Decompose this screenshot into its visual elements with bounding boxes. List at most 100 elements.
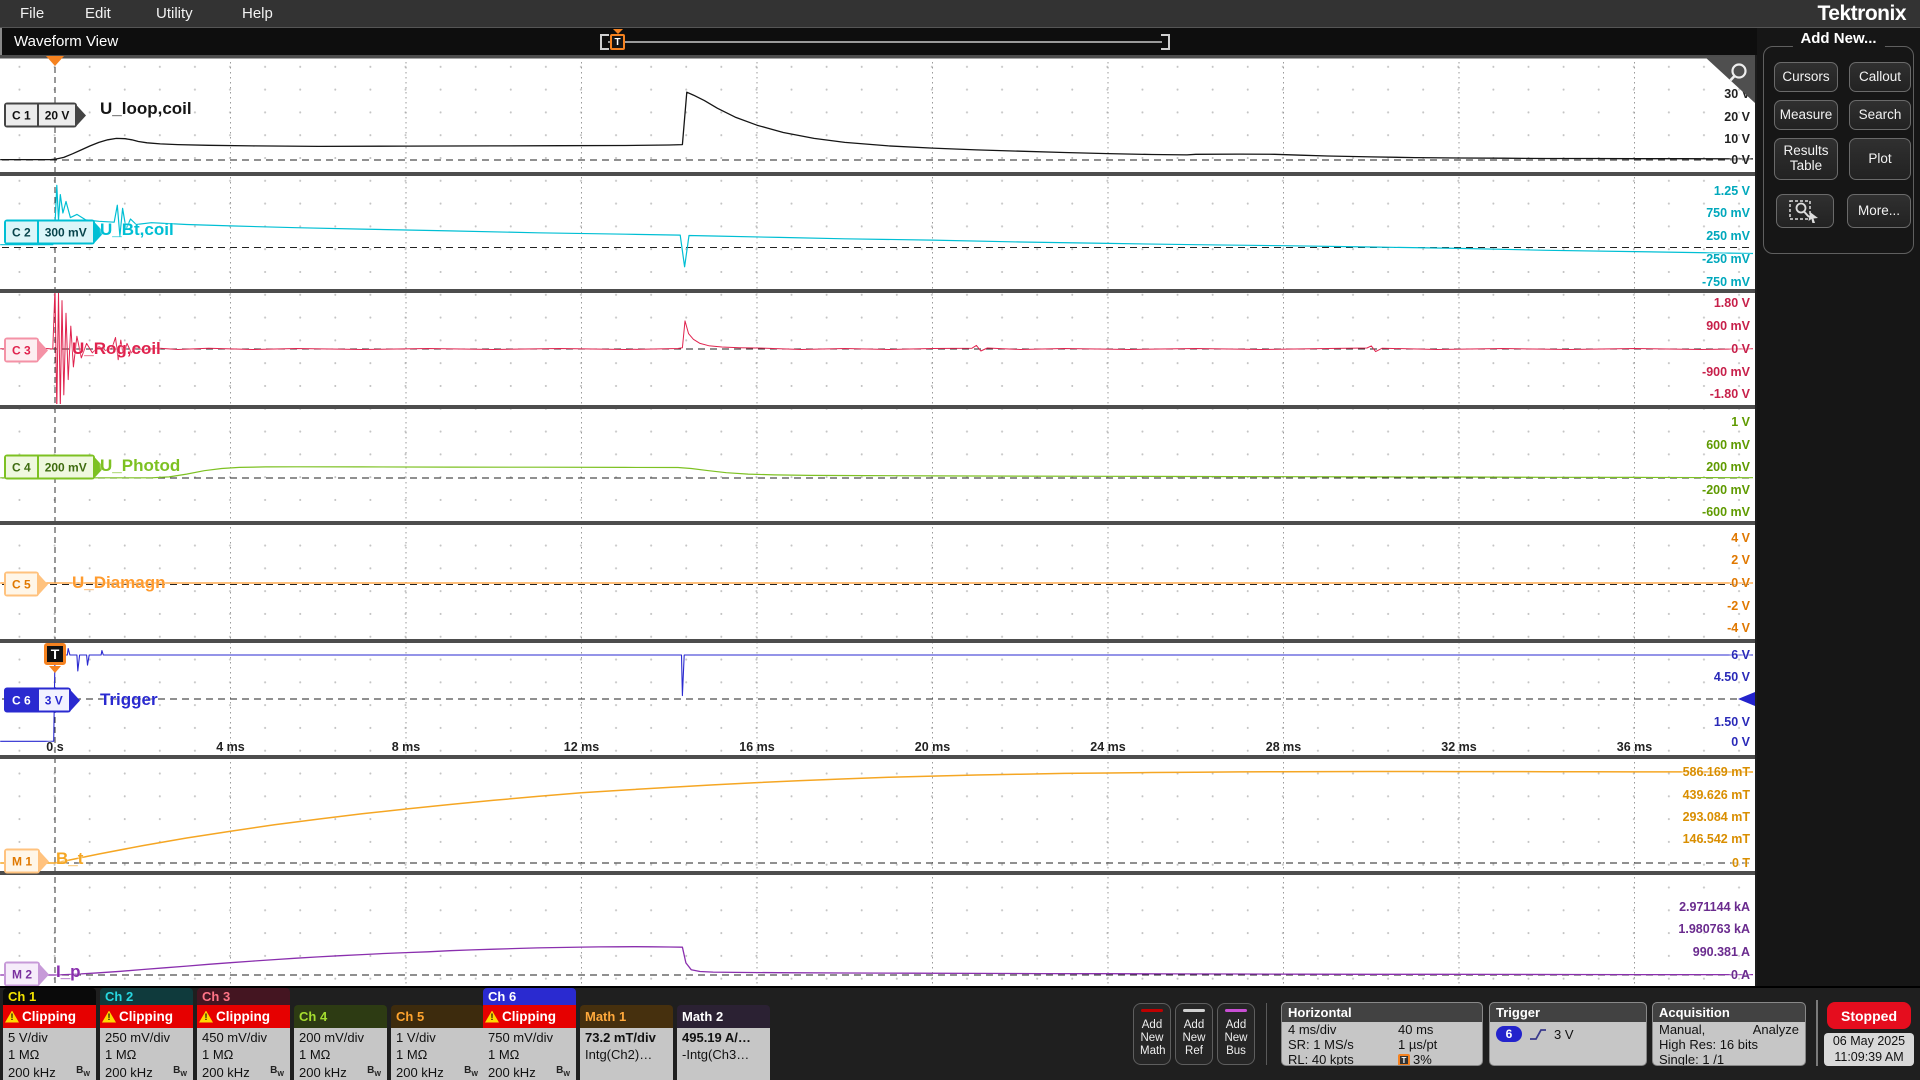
add-new-ref-button[interactable]: AddNewRef [1175, 1003, 1213, 1065]
channel-card-tab[interactable]: Ch 1 [3, 988, 96, 1005]
callout-button[interactable]: Callout [1849, 62, 1911, 92]
scale-label: 20 V [1724, 110, 1750, 124]
measure-button[interactable]: Measure [1774, 100, 1838, 130]
add-new-math-button[interactable]: AddNewMath [1133, 1003, 1171, 1065]
scale-label: -4 V [1727, 621, 1750, 635]
channel-card-ch1[interactable]: Ch 1!Clipping5 V/div1 MΩ200 kHzBW [3, 988, 96, 1080]
trigger-position-overview[interactable]: T [600, 33, 1170, 51]
add-new-bus-button[interactable]: AddNewBus [1217, 1003, 1255, 1065]
bottom-settings-bar: Ch 1!Clipping5 V/div1 MΩ200 kHzBWCh 2!Cl… [0, 986, 1920, 1080]
bandwidth-limit-icon: BW [556, 1062, 570, 1080]
channel-label-c1[interactable]: U_loop,coil [100, 99, 192, 119]
channel-badge-c3[interactable]: C 3 [4, 338, 39, 363]
results-table-button[interactable]: Results Table [1774, 138, 1838, 180]
trigger-source-badge: 6 [1496, 1026, 1522, 1042]
channel-card-row: 200 kHzBW [202, 1064, 290, 1080]
axis-tick-label: 32 ms [1441, 740, 1476, 754]
channel-badge-tip [75, 103, 86, 127]
channel-badge-c1[interactable]: C 120 V [4, 103, 77, 128]
channel-badge-m2[interactable]: M 2 [4, 962, 40, 987]
menu-help[interactable]: Help [242, 0, 273, 28]
channel-card-body: 750 mV/div1 MΩ200 kHzBW [483, 1028, 576, 1080]
trigger-position-marker-icon[interactable]: T [610, 34, 625, 50]
trigger-time-marker-icon[interactable] [46, 56, 64, 66]
channel-card-header[interactable]: Math 1 [580, 1005, 673, 1028]
trigger-level-arrow-icon[interactable] [1738, 692, 1755, 706]
trigger-source-marker-icon[interactable]: T [44, 643, 66, 665]
channel-label-m2[interactable]: I_p [56, 962, 81, 982]
run-stop-status-button[interactable]: Stopped [1827, 1002, 1911, 1029]
channel-card-row: -Intg(Ch3… [682, 1046, 770, 1063]
channel-card-ch3[interactable]: Ch 3!Clipping450 mV/div1 MΩ200 kHzBW [197, 988, 290, 1080]
overview-timeline [608, 41, 1162, 43]
scale-label: 0 V [1731, 342, 1750, 356]
channel-card-tab[interactable]: Ch 2 [100, 988, 193, 1005]
scale-label: 1 V [1731, 415, 1750, 429]
menu-utility[interactable]: Utility [156, 0, 193, 28]
channel-card-ch5[interactable]: Ch 51 V/div1 MΩ200 kHzBW [391, 988, 484, 1080]
channel-card-row: 200 kHzBW [105, 1064, 193, 1080]
channel-badge-c6[interactable]: C 63 V [4, 688, 71, 713]
zoom-select-button[interactable] [1776, 194, 1834, 228]
channel-label-c4[interactable]: U_Photod [100, 456, 180, 476]
scale-label: -200 mV [1702, 483, 1750, 497]
channel-card-math1[interactable]: Math 173.2 mT/divIntg(Ch2)… [580, 988, 673, 1080]
channel-badge-id: M 1 [6, 851, 38, 872]
channel-card-header[interactable]: Ch 5 [391, 1005, 484, 1028]
channel-card-header[interactable]: Ch 4 [294, 1005, 387, 1028]
channel-card-ch4[interactable]: Ch 4200 mV/div1 MΩ200 kHzBW [294, 988, 387, 1080]
plot-button[interactable]: Plot [1849, 138, 1911, 180]
horizontal-scale: 4 ms/div [1288, 1022, 1398, 1037]
channel-badge-c4[interactable]: C 4200 mV [4, 455, 95, 480]
channel-badge-c2[interactable]: C 2300 mV [4, 220, 95, 245]
trigger-panel[interactable]: Trigger 6 3 V [1489, 1002, 1647, 1066]
cursors-button[interactable]: Cursors [1774, 62, 1838, 92]
horizontal-panel[interactable]: Horizontal 4 ms/div40 ms SR: 1 MS/s1 µs/… [1281, 1002, 1483, 1066]
channel-badge-id: C 5 [6, 574, 37, 595]
scale-label: 750 mV [1706, 206, 1750, 220]
search-button[interactable]: Search [1849, 100, 1911, 130]
axis-tick-label: 0 s [46, 740, 63, 754]
channel-badge-id: C 6 [6, 690, 39, 711]
channel-label-m1[interactable]: B_t [56, 849, 83, 869]
channel-label-c5[interactable]: U_Diamagn [72, 573, 166, 593]
clipping-label: Clipping [22, 1009, 76, 1024]
trigger-panel-title: Trigger [1490, 1003, 1646, 1022]
channel-label-c3[interactable]: U_Rog,coil [72, 339, 161, 359]
button-label-line: Add [1182, 1019, 1206, 1032]
scale-label: 146.542 mT [1683, 832, 1750, 846]
channel-badge-m1[interactable]: M 1 [4, 849, 40, 874]
menu-edit[interactable]: Edit [85, 0, 111, 28]
channel-badge-id: C 2 [6, 222, 39, 243]
waveform-view-titlebar[interactable]: Waveform View T [0, 28, 1757, 55]
axis-tick-label: 12 ms [564, 740, 599, 754]
channel-card-body: 250 mV/div1 MΩ200 kHzBW [100, 1028, 193, 1080]
channel-card-body: 5 V/div1 MΩ200 kHzBW [3, 1028, 96, 1080]
channel-badge-scale: 300 mV [39, 222, 93, 243]
channel-card-math2[interactable]: Math 2495.19 A/…-Intg(Ch3… [677, 988, 770, 1080]
menu-file[interactable]: File [20, 0, 44, 28]
acquisition-panel-title: Acquisition [1653, 1003, 1805, 1022]
channel-card-tab[interactable]: Ch 6 [483, 988, 576, 1005]
waveform-plot-area[interactable]: 30 V20 V10 V0 V1.25 V750 mV250 mV-250 mV… [0, 55, 1755, 986]
channel-label-c6[interactable]: Trigger [100, 690, 158, 710]
card-spacer [294, 988, 387, 1005]
channel-card-tab[interactable]: Ch 3 [197, 988, 290, 1005]
channel-card-ch2[interactable]: Ch 2!Clipping250 mV/div1 MΩ200 kHzBW [100, 988, 193, 1080]
more-button[interactable]: More... [1847, 194, 1911, 228]
channel-badge-scale: 200 mV [39, 457, 93, 478]
channel-badge-c5[interactable]: C 5 [4, 572, 39, 597]
bandwidth-limit-icon: BW [367, 1062, 381, 1080]
add-new-heading: Add New... [1792, 30, 1884, 47]
channel-label-c2[interactable]: U_Bt,coil [100, 220, 174, 240]
channel-card-row: 5 V/div [8, 1029, 96, 1046]
acquisition-panel[interactable]: Acquisition Manual,Analyze High Res: 16 … [1652, 1002, 1806, 1066]
warning-icon: ! [485, 1011, 499, 1023]
channel-card-ch6[interactable]: Ch 6!Clipping750 mV/div1 MΩ200 kHzBW [483, 988, 576, 1080]
clipping-label: Clipping [119, 1009, 173, 1024]
scale-label: 2 V [1731, 553, 1750, 567]
channel-card-header[interactable]: Math 2 [677, 1005, 770, 1028]
button-label-line: New [1182, 1032, 1206, 1045]
window-title: Waveform View [14, 28, 118, 55]
trigger-position-percent: 3% [1413, 1052, 1432, 1066]
